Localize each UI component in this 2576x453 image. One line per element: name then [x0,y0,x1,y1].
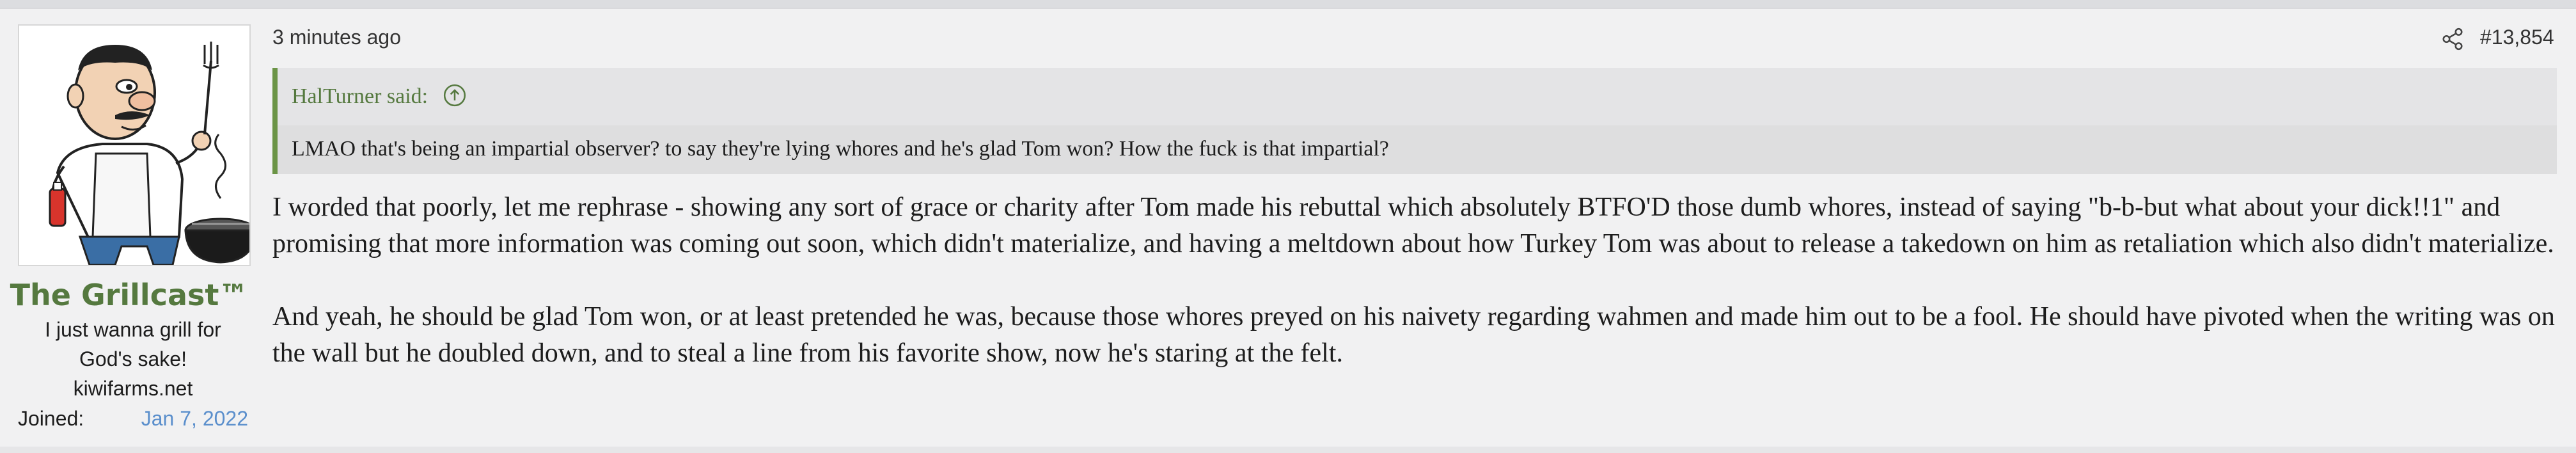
post-main: 3 minutes ago #13,854 HalTurner said: LM… [258,9,2576,447]
joined-date: Jan 7, 2022 [141,407,248,430]
share-icon[interactable] [2440,27,2465,51]
post-message: I worded that poorly, let me rephrase - … [272,189,2562,372]
message-paragraph: I worded that poorly, let me rephrase - … [272,193,2554,258]
bottom-divider [0,447,2576,453]
forum-post: The Grillcast™ I just wanna grill for Go… [0,8,2576,448]
user-joined-row: Joined: Jan 7, 2022 [18,407,248,435]
arrow-up-circle-icon[interactable] [443,83,467,107]
quote-text: LMAO that's being an impartial observer?… [292,137,1389,161]
user-avatar[interactable] [18,24,251,266]
top-divider [0,0,2576,8]
joined-label: Joined: [18,407,84,430]
quote-block: HalTurner said: LMAO that's being an imp… [272,68,2557,174]
grill-man-avatar-icon [49,42,249,265]
quote-attribution[interactable]: HalTurner said: [292,84,428,109]
message-paragraph: And yeah, he should be glad Tom won, or … [272,302,2555,368]
post-number-link[interactable]: #13,854 [2480,26,2554,49]
quote-body: LMAO that's being an impartial observer?… [278,125,2557,174]
user-info-panel: The Grillcast™ I just wanna grill for Go… [0,9,258,447]
post-timestamp[interactable]: 3 minutes ago [272,26,401,49]
username[interactable]: The Grillcast™ [0,278,258,312]
user-title: I just wanna grill for God's sake! kiwif… [45,318,221,400]
